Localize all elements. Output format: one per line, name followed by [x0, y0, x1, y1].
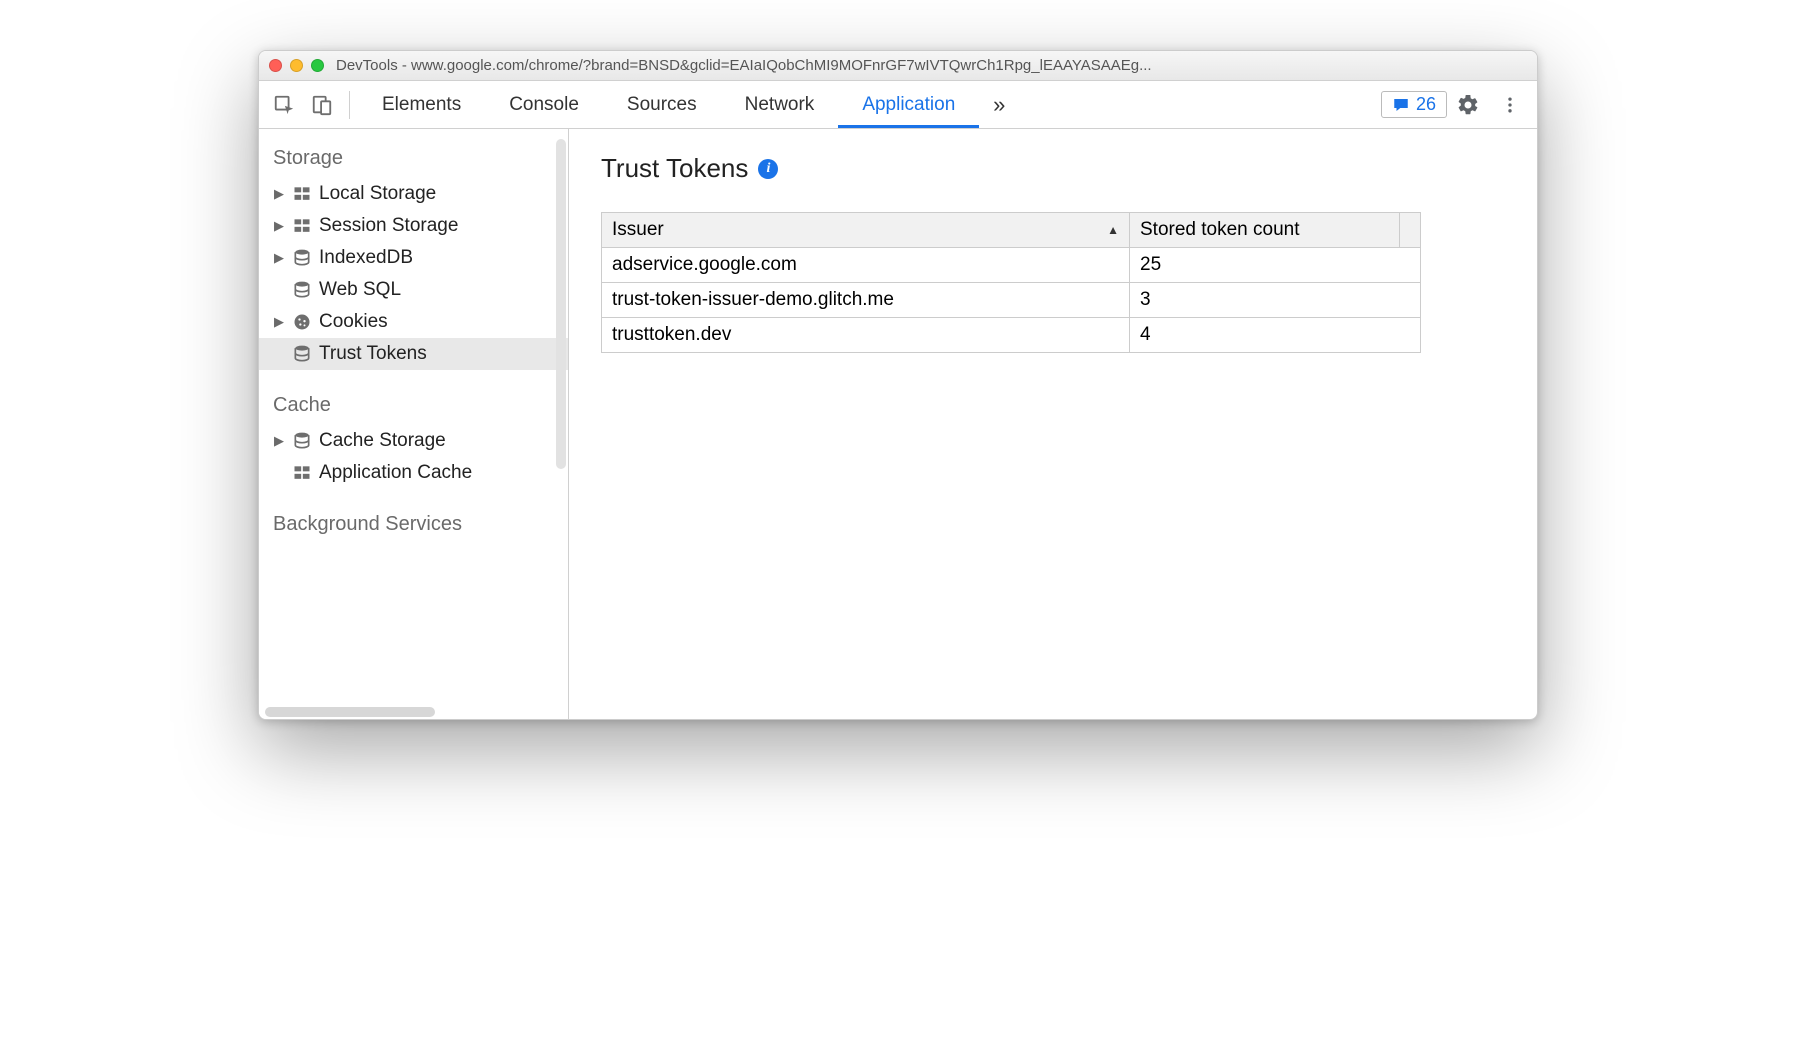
- devtools-body: Storage ▶ Local Storage ▶ Session Storage ▶ In…: [259, 129, 1537, 719]
- sidebar-item-label: Session Storage: [319, 215, 458, 237]
- window-controls: [269, 59, 324, 72]
- table-row[interactable]: trusttoken.dev4: [602, 318, 1421, 353]
- sidebar-horizontal-scrollbar[interactable]: [265, 707, 435, 717]
- sidebar-item-trust-tokens[interactable]: Trust Tokens: [259, 338, 568, 370]
- sidebar-section-cache: Cache: [259, 388, 568, 425]
- issues-count: 26: [1416, 94, 1436, 115]
- device-toolbar-icon[interactable]: [303, 81, 341, 129]
- grid-icon: [291, 216, 313, 236]
- cell-issuer: trusttoken.dev: [602, 318, 1130, 353]
- disclosure-triangle-icon[interactable]: ▶: [273, 218, 285, 234]
- column-header-count[interactable]: Stored token count: [1130, 213, 1400, 248]
- tab-sources[interactable]: Sources: [603, 81, 721, 128]
- disclosure-triangle-icon[interactable]: ▶: [273, 433, 285, 449]
- panel-heading-text: Trust Tokens: [601, 153, 748, 184]
- more-options-icon[interactable]: [1489, 81, 1531, 129]
- cookie-icon: [291, 312, 313, 332]
- grid-icon: [291, 463, 313, 483]
- application-sidebar: Storage ▶ Local Storage ▶ Session Storage ▶ In…: [259, 129, 569, 719]
- tab-network[interactable]: Network: [721, 81, 839, 128]
- sort-ascending-icon: ▲: [1107, 223, 1119, 237]
- disclosure-triangle-icon[interactable]: ▶: [273, 186, 285, 202]
- table-row[interactable]: adservice.google.com25: [602, 248, 1421, 283]
- panel-heading: Trust Tokens i: [601, 153, 1505, 184]
- inspect-element-icon[interactable]: [265, 81, 303, 129]
- cell-issuer: trust-token-issuer-demo.glitch.me: [602, 283, 1130, 318]
- cell-count: 25: [1130, 248, 1421, 283]
- tab-application[interactable]: Application: [838, 81, 979, 128]
- sidebar-item-label: Web SQL: [319, 279, 401, 301]
- sidebar-item-label: Application Cache: [319, 462, 472, 484]
- sidebar-item-label: Local Storage: [319, 183, 436, 205]
- sidebar-item-cache-storage[interactable]: ▶ Cache Storage: [259, 425, 568, 457]
- cell-count: 3: [1130, 283, 1421, 318]
- db-icon: [291, 280, 313, 300]
- sidebar-item-label: Cookies: [319, 311, 388, 333]
- sidebar-item-web-sql[interactable]: Web SQL: [259, 274, 568, 306]
- sidebar-item-local-storage[interactable]: ▶ Local Storage: [259, 178, 568, 210]
- grid-icon: [291, 184, 313, 204]
- db-icon: [291, 248, 313, 268]
- table-row[interactable]: trust-token-issuer-demo.glitch.me3: [602, 283, 1421, 318]
- sidebar-item-cookies[interactable]: ▶ Cookies: [259, 306, 568, 338]
- sidebar-item-label: IndexedDB: [319, 247, 413, 269]
- settings-icon[interactable]: [1447, 81, 1489, 129]
- cell-issuer: adservice.google.com: [602, 248, 1130, 283]
- column-header-issuer[interactable]: Issuer ▲: [602, 213, 1130, 248]
- sidebar-section-background-services: Background Services: [259, 507, 568, 544]
- sidebar-item-session-storage[interactable]: ▶ Session Storage: [259, 210, 568, 242]
- zoom-window-button[interactable]: [311, 59, 324, 72]
- column-header-spacer: [1400, 213, 1421, 248]
- disclosure-triangle-icon[interactable]: ▶: [273, 314, 285, 330]
- sidebar-item-label: Trust Tokens: [319, 343, 427, 365]
- toolbar-separator: [349, 91, 350, 119]
- sidebar-section-storage: Storage: [259, 141, 568, 178]
- sidebar-vertical-scrollbar[interactable]: [556, 139, 566, 469]
- message-icon: [1392, 96, 1410, 114]
- trust-tokens-table: Issuer ▲ Stored token count adservice.go…: [601, 212, 1421, 353]
- more-tabs-icon[interactable]: »: [979, 92, 1019, 118]
- minimize-window-button[interactable]: [290, 59, 303, 72]
- info-icon[interactable]: i: [758, 159, 778, 179]
- tab-elements[interactable]: Elements: [358, 81, 485, 128]
- db-icon: [291, 344, 313, 364]
- cell-count: 4: [1130, 318, 1421, 353]
- sidebar-item-indexeddb[interactable]: ▶ IndexedDB: [259, 242, 568, 274]
- window-title: DevTools - www.google.com/chrome/?brand=…: [336, 57, 1527, 74]
- close-window-button[interactable]: [269, 59, 282, 72]
- sidebar-item-label: Cache Storage: [319, 430, 446, 452]
- db-icon: [291, 431, 313, 451]
- devtools-window: DevTools - www.google.com/chrome/?brand=…: [258, 50, 1538, 720]
- main-panel: Trust Tokens i Issuer ▲ Stored token cou…: [569, 129, 1537, 719]
- devtools-toolbar: ElementsConsoleSourcesNetworkApplication…: [259, 81, 1537, 129]
- issues-badge[interactable]: 26: [1381, 91, 1447, 118]
- tab-console[interactable]: Console: [485, 81, 603, 128]
- sidebar-item-application-cache[interactable]: Application Cache: [259, 457, 568, 489]
- disclosure-triangle-icon[interactable]: ▶: [273, 250, 285, 266]
- titlebar: DevTools - www.google.com/chrome/?brand=…: [259, 51, 1537, 81]
- panel-tabs: ElementsConsoleSourcesNetworkApplication: [358, 81, 979, 128]
